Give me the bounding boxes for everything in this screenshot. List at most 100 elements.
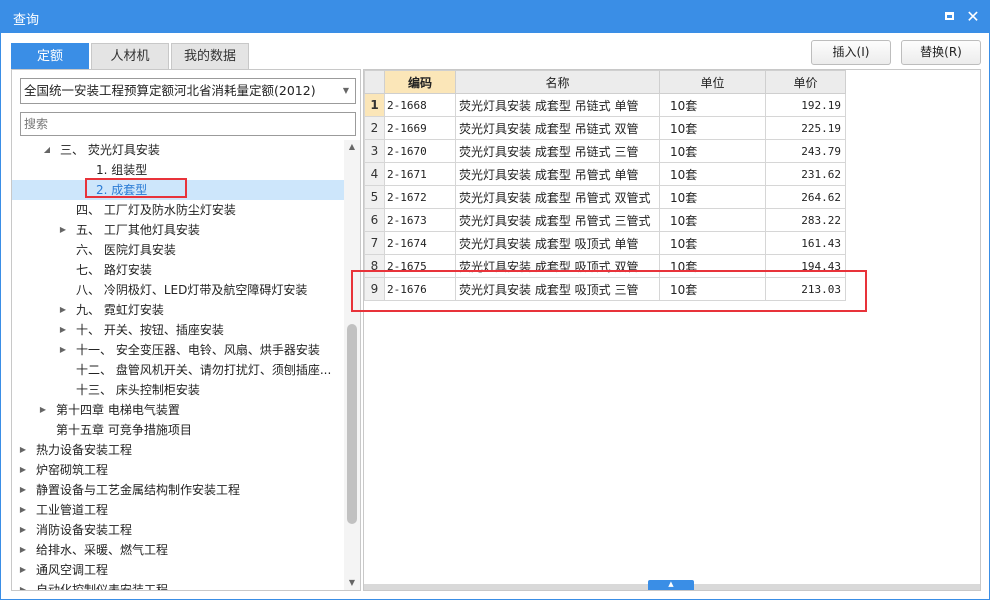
column-header-price[interactable]: 单价 [765, 70, 846, 94]
tree-node[interactable]: ▶ 自动化控制仪表安装工程 [12, 580, 344, 590]
tree-node[interactable]: ▶ 热力设备安装工程 [12, 440, 344, 460]
scroll-up-icon[interactable]: ▲ [344, 140, 360, 154]
collapse-arrow-icon[interactable]: ▶ [58, 320, 68, 340]
price-cell: 213.03 [765, 277, 846, 301]
collapse-arrow-icon[interactable]: ▶ [58, 300, 68, 320]
tree-node[interactable]: 2. 成套型 [12, 180, 344, 200]
collapse-arrow-icon[interactable]: ▶ [18, 460, 28, 480]
table-row[interactable]: 9 2-1676 荧光灯具安装 成套型 吸顶式 三管 10套 213.03 [364, 277, 846, 301]
price-cell: 283.22 [765, 208, 846, 232]
name-cell: 荧光灯具安装 成套型 吊管式 单管 [455, 162, 660, 186]
tree-node[interactable]: ▶ 十、 开关、按钮、插座安装 [12, 320, 344, 340]
tree-node[interactable]: 十二、 盘管风机开关、请勿打扰灯、须刨插座... [12, 360, 344, 380]
table-row[interactable]: 6 2-1673 荧光灯具安装 成套型 吊管式 三管式 10套 283.22 [364, 208, 846, 232]
collapse-arrow-icon[interactable]: ▶ [18, 580, 28, 590]
tree-node[interactable]: ▶ 消防设备安装工程 [12, 520, 344, 540]
collapse-arrow-icon[interactable]: ▶ [18, 520, 28, 540]
column-header-code[interactable]: 编码 [384, 70, 456, 94]
tree-node[interactable]: ◢ 三、 荧光灯具安装 [12, 140, 344, 160]
quota-library-select[interactable]: 全国统一安装工程预算定额河北省消耗量定额(2012) ▼ [20, 78, 356, 104]
tree-node[interactable]: ▶ 十一、 安全变压器、电铃、风扇、烘手器安装 [12, 340, 344, 360]
close-button[interactable]: ✕ [963, 7, 983, 27]
tree-node-label: 十、 开关、按钮、插座安装 [76, 323, 224, 337]
tree-node[interactable]: ▶ 给排水、采暖、燃气工程 [12, 540, 344, 560]
code-cell: 2-1676 [384, 277, 456, 301]
price-cell: 192.19 [765, 93, 846, 117]
tree-node-label: 1. 组装型 [96, 163, 148, 177]
tree-node[interactable]: 四、 工厂灯及防水防尘灯安装 [12, 200, 344, 220]
collapse-arrow-icon[interactable]: ▶ [18, 480, 28, 500]
tree-node-label: 炉窑砌筑工程 [36, 463, 109, 477]
collapse-arrow-icon[interactable]: ▶ [18, 440, 28, 460]
tree-node[interactable]: 第十五章 可竞争措施项目 [12, 420, 344, 440]
column-header-unit[interactable]: 单位 [659, 70, 766, 94]
collapse-arrow-icon[interactable]: ▶ [38, 400, 48, 420]
tree-node[interactable]: 1. 组装型 [12, 160, 344, 180]
code-cell: 2-1675 [384, 254, 456, 278]
unit-cell: 10套 [659, 93, 766, 117]
tree-node-label: 四、 工厂灯及防水防尘灯安装 [76, 203, 236, 217]
collapse-arrow-icon[interactable]: ▶ [58, 220, 68, 240]
scrollbar-thumb[interactable] [347, 324, 357, 524]
tree-node[interactable]: ▶ 第十四章 电梯电气装置 [12, 400, 344, 420]
unit-cell: 10套 [659, 116, 766, 140]
tree-node[interactable]: ▶ 炉窑砌筑工程 [12, 460, 344, 480]
tree-node[interactable]: 八、 冷阴极灯、LED灯带及航空障碍灯安装 [12, 280, 344, 300]
name-cell: 荧光灯具安装 成套型 吸顶式 三管 [455, 277, 660, 301]
name-cell: 荧光灯具安装 成套型 吊链式 单管 [455, 93, 660, 117]
tab-my-data[interactable]: 我的数据 [171, 43, 249, 69]
chevron-up-icon: ▲ [668, 580, 674, 588]
tree-node-label: 工业管道工程 [36, 503, 109, 517]
tab-labor-material-machine[interactable]: 人材机 [91, 43, 169, 69]
collapse-arrow-icon[interactable]: ▶ [18, 540, 28, 560]
row-number-cell: 5 [364, 185, 385, 209]
expand-panel-button[interactable]: ▲ [648, 580, 694, 590]
table-row[interactable]: 8 2-1675 荧光灯具安装 成套型 吸顶式 双管 10套 194.43 [364, 254, 846, 278]
collapse-arrow-icon[interactable]: ▶ [58, 340, 68, 360]
maximize-button[interactable] [939, 7, 959, 27]
unit-cell: 10套 [659, 162, 766, 186]
quota-library-value: 全国统一安装工程预算定额河北省消耗量定额(2012) [24, 83, 316, 98]
close-icon: ✕ [966, 7, 980, 26]
table-row[interactable]: 1 2-1668 荧光灯具安装 成套型 吊链式 单管 10套 192.19 [364, 93, 846, 117]
table-row[interactable]: 4 2-1671 荧光灯具安装 成套型 吊管式 单管 10套 231.62 [364, 162, 846, 186]
code-cell: 2-1674 [384, 231, 456, 255]
tree-node[interactable]: ▶ 九、 霓虹灯安装 [12, 300, 344, 320]
replace-button[interactable]: 替换(R) [901, 40, 981, 65]
insert-button[interactable]: 插入(I) [811, 40, 891, 65]
tree-node-label: 自动化控制仪表安装工程 [36, 583, 169, 590]
expand-arrow-icon[interactable]: ◢ [42, 140, 52, 160]
tree-node-label: 热力设备安装工程 [36, 443, 133, 457]
quota-table: 编码 名称 单位 单价 1 2-1668 荧光灯具安装 成套型 吊链式 单管 10套 1… [364, 70, 846, 301]
title-bar: 查询 ✕ [1, 1, 989, 33]
price-cell: 194.43 [765, 254, 846, 278]
tree-node[interactable]: ▶ 工业管道工程 [12, 500, 344, 520]
table-row[interactable]: 5 2-1672 荧光灯具安装 成套型 吊管式 双管式 10套 264.62 [364, 185, 846, 209]
tree-node[interactable]: ▶ 五、 工厂其他灯具安装 [12, 220, 344, 240]
tree-node-label: 消防设备安装工程 [36, 523, 133, 537]
row-number-cell: 2 [364, 116, 385, 140]
collapse-arrow-icon[interactable]: ▶ [18, 500, 28, 520]
tab-quota[interactable]: 定额 [11, 43, 89, 69]
table-row[interactable]: 3 2-1670 荧光灯具安装 成套型 吊链式 三管 10套 243.79 [364, 139, 846, 163]
scroll-down-icon[interactable]: ▼ [344, 576, 360, 590]
row-number-cell: 9 [364, 277, 385, 301]
tree-node-label: 通风空调工程 [36, 563, 109, 577]
tree-scrollbar[interactable]: ▲ ▼ [344, 140, 360, 590]
tree-node[interactable]: 六、 医院灯具安装 [12, 240, 344, 260]
table-row[interactable]: 7 2-1674 荧光灯具安装 成套型 吸顶式 单管 10套 161.43 [364, 231, 846, 255]
code-cell: 2-1673 [384, 208, 456, 232]
collapse-arrow-icon[interactable]: ▶ [18, 560, 28, 580]
tree-node-label: 七、 路灯安装 [76, 263, 152, 277]
name-cell: 荧光灯具安装 成套型 吊管式 双管式 [455, 185, 660, 209]
tree-node[interactable]: ▶ 通风空调工程 [12, 560, 344, 580]
column-header-name[interactable]: 名称 [455, 70, 660, 94]
tree-node-label: 2. 成套型 [96, 183, 148, 197]
tree-node[interactable]: 七、 路灯安装 [12, 260, 344, 280]
tree-node-label: 给排水、采暖、燃气工程 [36, 543, 169, 557]
tree-node[interactable]: ▶ 静置设备与工艺金属结构制作安装工程 [12, 480, 344, 500]
tree-node[interactable]: 十三、 床头控制柜安装 [12, 380, 344, 400]
row-number-cell: 1 [364, 93, 385, 117]
table-row[interactable]: 2 2-1669 荧光灯具安装 成套型 吊链式 双管 10套 225.19 [364, 116, 846, 140]
search-input[interactable] [20, 112, 356, 136]
